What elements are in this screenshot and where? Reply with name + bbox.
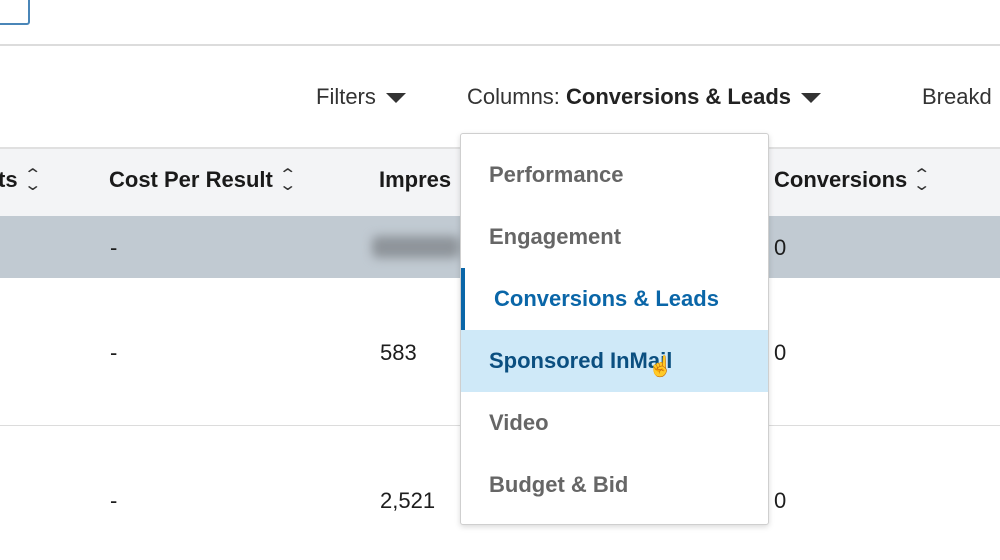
hand-cursor-icon: ☝ xyxy=(648,356,673,378)
columns-prefix: Columns: xyxy=(467,84,560,109)
cell-conversions: 0 xyxy=(774,235,787,260)
menu-item-conversions-leads[interactable]: Conversions & Leads xyxy=(461,268,768,330)
menu-item-performance[interactable]: Performance xyxy=(461,144,768,206)
header-label: Conversions xyxy=(774,167,908,192)
sort-icon[interactable]: ⌃ ⌄ xyxy=(278,168,297,194)
cell-cost-per-result: - xyxy=(110,235,118,260)
menu-item-video[interactable]: Video xyxy=(461,392,768,454)
sort-icon[interactable]: ⌃ ⌄ xyxy=(23,168,42,194)
filters-dropdown[interactable]: Filters xyxy=(316,84,406,110)
caret-down-icon xyxy=(801,93,821,104)
cell-impressions: 583 xyxy=(380,340,417,365)
column-header-cost-per-result[interactable]: Cost Per Result ⌃ ⌄ xyxy=(109,167,297,194)
header-label: Cost Per Result xyxy=(109,167,273,192)
divider xyxy=(0,44,1000,46)
menu-item-budget-bid[interactable]: Budget & Bid xyxy=(461,454,768,516)
caret-down-icon xyxy=(385,93,406,104)
header-label: ts xyxy=(0,167,18,192)
cell-impressions: 2,521 xyxy=(380,488,436,513)
sort-icon[interactable]: ⌃ ⌄ xyxy=(913,168,932,194)
filters-label: Filters xyxy=(316,84,376,109)
breakdown-dropdown[interactable]: Breakd xyxy=(922,84,992,110)
top-input-box[interactable] xyxy=(0,0,30,25)
cell-conversions: 0 xyxy=(774,488,787,513)
columns-menu: Performance Engagement Conversions & Lea… xyxy=(460,133,769,525)
column-header-conversions[interactable]: Conversions ⌃ ⌄ xyxy=(774,167,932,194)
column-header-impressions[interactable]: Impres xyxy=(379,167,451,193)
cell-cost-per-result: - xyxy=(110,340,118,365)
menu-item-engagement[interactable]: Engagement xyxy=(461,206,768,268)
menu-item-sponsored-inmail[interactable]: Sponsored InMail xyxy=(461,330,768,392)
columns-value: Conversions & Leads xyxy=(566,84,791,109)
column-header-results[interactable]: ts ⌃ ⌄ xyxy=(0,167,42,194)
columns-dropdown[interactable]: Columns: Conversions & Leads xyxy=(467,84,821,110)
header-label: Impres xyxy=(379,167,452,192)
cell-cost-per-result: - xyxy=(110,488,118,513)
cell-conversions: 0 xyxy=(774,340,787,365)
blurred-impressions xyxy=(372,236,460,258)
